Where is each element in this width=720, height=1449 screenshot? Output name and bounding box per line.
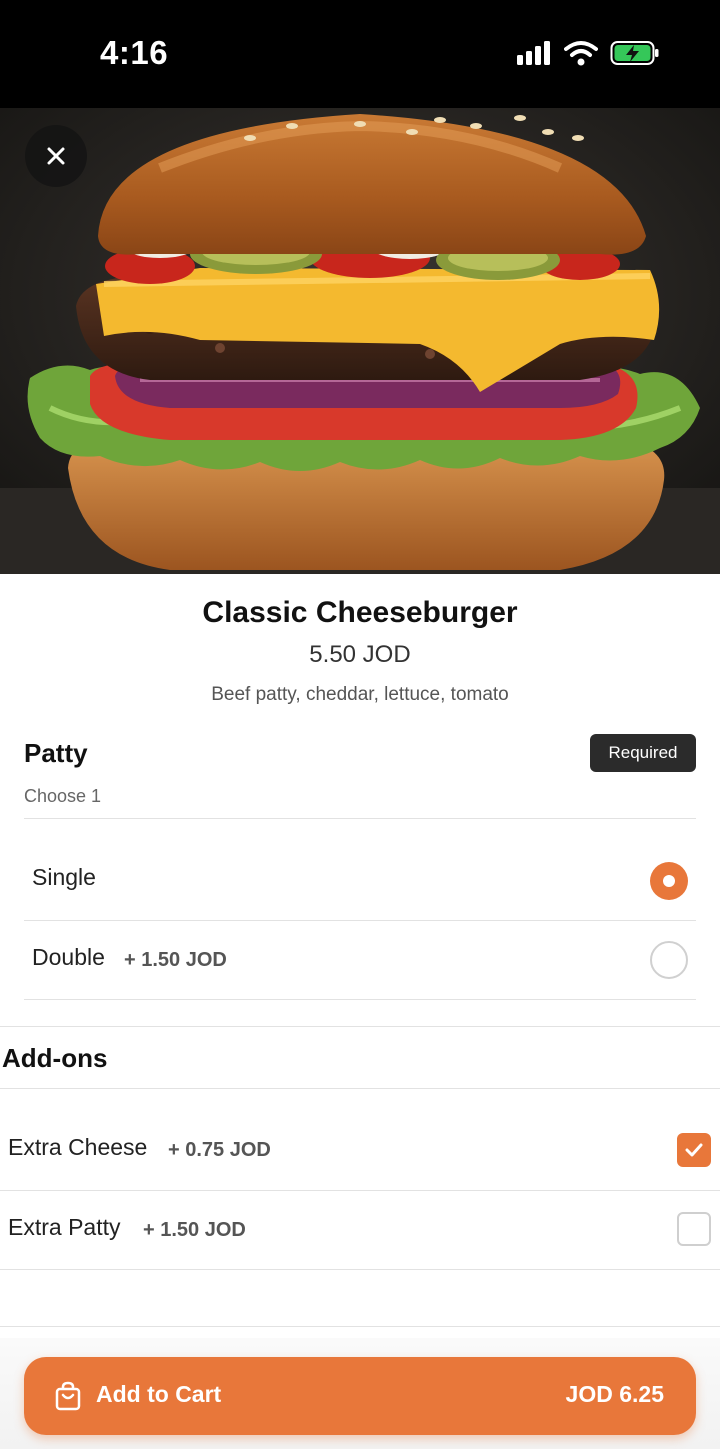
status-time: 4:16	[100, 34, 169, 71]
divider	[0, 1269, 720, 1270]
divider	[0, 1026, 720, 1027]
checkbox-checked[interactable]	[677, 1133, 711, 1167]
status-bar: 4:16	[0, 0, 720, 108]
addons-section-title: Add-ons	[2, 1043, 108, 1073]
product-description: Beef patty, cheddar, lettuce, tomato	[211, 684, 509, 705]
choose-count-label: Choose 1	[24, 786, 102, 806]
product-detail-screen: 4:16 Classic Cheeseburger 5.50 JOD Beef …	[0, 0, 720, 1449]
addon-price: + 0.75 JOD	[168, 1139, 271, 1161]
radio-button-unselected[interactable]	[650, 941, 688, 979]
patty-option-single[interactable]: Single	[24, 840, 696, 920]
required-badge: Required	[590, 734, 696, 772]
patty-section-title: Patty	[24, 738, 88, 768]
addon-label: Extra Patty	[8, 1214, 121, 1240]
close-button[interactable]	[25, 125, 87, 187]
product-image	[0, 108, 720, 574]
addon-price: + 1.50 JOD	[143, 1219, 246, 1241]
cart-total: JOD 6.25	[565, 1381, 664, 1407]
radio-button-selected[interactable]	[650, 862, 688, 900]
option-label: Single	[32, 864, 96, 890]
shopping-bag-icon	[55, 1381, 81, 1411]
add-to-cart-label: Add to Cart	[96, 1381, 222, 1407]
product-price: 5.50 JOD	[309, 641, 411, 668]
wifi-icon	[564, 41, 598, 66]
option-price: + 1.50 JOD	[124, 949, 227, 971]
patty-option-double[interactable]: Double + 1.50 JOD	[24, 921, 696, 999]
battery-charging-icon	[610, 41, 659, 65]
checkmark-icon	[685, 1143, 703, 1157]
checkbox-unchecked[interactable]	[677, 1212, 711, 1246]
divider	[0, 1326, 720, 1327]
divider	[0, 1088, 720, 1089]
addon-label: Extra Cheese	[8, 1134, 148, 1160]
divider	[24, 818, 696, 819]
close-icon	[47, 147, 65, 165]
divider	[24, 999, 696, 1000]
addon-option-extra-cheese[interactable]: Extra Cheese + 0.75 JOD	[0, 1110, 720, 1190]
product-title: Classic Cheeseburger	[202, 596, 518, 629]
add-to-cart-button[interactable]: Add to Cart JOD 6.25	[24, 1357, 696, 1435]
cellular-signal-icon	[517, 41, 550, 65]
addon-option-extra-patty[interactable]: Extra Patty + 1.50 JOD	[0, 1191, 720, 1269]
cheeseburger-illustration	[0, 108, 720, 574]
option-label: Double	[32, 944, 105, 970]
